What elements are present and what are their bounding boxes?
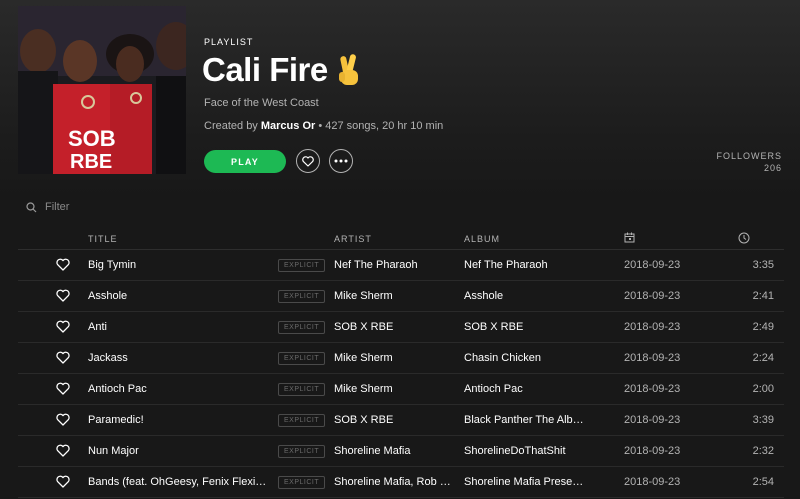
heart-icon[interactable]	[56, 413, 70, 426]
track-album[interactable]: Antioch Pac	[464, 374, 584, 404]
column-album-header[interactable]: ALBUM	[464, 234, 500, 244]
track-date-added: 2018-09-23	[624, 259, 681, 271]
followers-block: FOLLOWERS 206	[716, 150, 782, 174]
track-title: Paramedic!	[88, 414, 144, 426]
track-title: Bands (feat. OhGeesy, Fenix Flexi…	[88, 476, 267, 488]
track-title: Anti	[88, 321, 107, 333]
track-row[interactable]: Big Tymin EXPLICIT Nef The Pharaoh Nef T…	[18, 250, 784, 281]
more-dots-icon	[334, 159, 348, 163]
owner-link[interactable]: Marcus Or	[261, 120, 315, 132]
track-duration: 2:49	[752, 321, 774, 333]
filter-input[interactable]: Filter	[26, 200, 69, 214]
track-artist[interactable]: Mike Sherm	[334, 374, 452, 404]
track-title: Big Tymin	[88, 259, 137, 271]
heart-icon[interactable]	[56, 289, 70, 302]
more-options-button[interactable]	[329, 149, 353, 173]
heart-icon[interactable]	[56, 444, 70, 457]
track-artist[interactable]: SOB X RBE	[334, 312, 452, 342]
playlist-stats: • 427 songs, 20 hr 10 min	[318, 120, 444, 132]
playlist-title: Cali Fire	[202, 51, 328, 88]
track-row[interactable]: Asshole EXPLICIT Mike Sherm Asshole 2018…	[18, 281, 784, 312]
like-playlist-button[interactable]	[296, 149, 320, 173]
track-date-added: 2018-09-23	[624, 414, 681, 426]
explicit-badge: EXPLICIT	[278, 321, 326, 334]
track-title: Antioch Pac	[88, 383, 147, 395]
track-album[interactable]: Shoreline Mafia Prese…	[464, 467, 584, 497]
column-title-header[interactable]: TITLE	[88, 234, 118, 244]
track-date-added: 2018-09-23	[624, 352, 681, 364]
playlist-cover-image[interactable]: SOB RBE	[18, 6, 186, 174]
calendar-icon	[624, 232, 635, 243]
playlist-meta: Created by Marcus Or • 427 songs, 20 hr …	[204, 120, 443, 132]
column-duration-header[interactable]	[738, 232, 750, 246]
heart-icon[interactable]	[56, 320, 70, 333]
crossed-fingers-icon	[338, 54, 358, 85]
explicit-badge: EXPLICIT	[278, 414, 326, 427]
track-title: Asshole	[88, 290, 128, 302]
heart-icon[interactable]	[56, 351, 70, 364]
explicit-badge: EXPLICIT	[278, 259, 326, 272]
track-album[interactable]: Nef The Pharaoh	[464, 250, 584, 280]
playlist-description: Face of the West Coast	[204, 97, 319, 109]
track-album[interactable]: ShorelineDoThatShit	[464, 436, 584, 466]
explicit-badge: EXPLICIT	[278, 445, 326, 458]
followers-count: 206	[763, 163, 782, 173]
explicit-badge: EXPLICIT	[278, 290, 326, 303]
search-icon	[26, 201, 37, 212]
heart-icon	[302, 155, 314, 167]
explicit-badge: EXPLICIT	[278, 476, 326, 489]
track-date-added: 2018-09-23	[624, 383, 681, 395]
track-row[interactable]: Anti EXPLICIT SOB X RBE SOB X RBE 2018-0…	[18, 312, 784, 343]
track-date-added: 2018-09-23	[624, 321, 681, 333]
track-artist[interactable]: Shoreline Mafia	[334, 436, 452, 466]
track-date-added: 2018-09-23	[624, 445, 681, 457]
filter-placeholder: Filter	[45, 201, 70, 213]
track-date-added: 2018-09-23	[624, 476, 681, 488]
track-duration: 2:41	[752, 290, 774, 302]
heart-icon[interactable]	[56, 258, 70, 271]
track-album[interactable]: Black Panther The Alb…	[464, 405, 584, 435]
play-button[interactable]: PLAY	[204, 150, 286, 173]
track-row[interactable]: Nun Major EXPLICIT Shoreline Mafia Shore…	[18, 436, 784, 467]
track-title: Jackass	[88, 352, 128, 364]
column-artist-header[interactable]: ARTIST	[334, 234, 372, 244]
heart-icon[interactable]	[56, 475, 70, 488]
track-album[interactable]: Chasin Chicken	[464, 343, 584, 373]
track-row[interactable]: Jackass EXPLICIT Mike Sherm Chasin Chick…	[18, 343, 784, 374]
clock-icon	[738, 232, 750, 244]
track-duration: 3:39	[752, 414, 774, 426]
svg-text:RBE: RBE	[70, 151, 112, 173]
explicit-badge: EXPLICIT	[278, 383, 326, 396]
svg-text:SOB: SOB	[68, 126, 116, 151]
track-artist[interactable]: Nef The Pharaoh	[334, 250, 452, 280]
tracklist-header: TITLE ARTIST ALBUM	[18, 230, 784, 250]
track-title: Nun Major	[88, 445, 139, 457]
playlist-title-wrap: Cali Fire	[202, 46, 364, 94]
track-duration: 2:32	[752, 445, 774, 457]
column-date-header[interactable]	[624, 232, 635, 245]
track-album[interactable]: SOB X RBE	[464, 312, 584, 342]
track-row[interactable]: Paramedic! EXPLICIT SOB X RBE Black Pant…	[18, 405, 784, 436]
track-duration: 3:35	[752, 259, 774, 271]
explicit-badge: EXPLICIT	[278, 352, 326, 365]
track-artist[interactable]: Shoreline Mafia, Rob …	[334, 467, 452, 497]
track-row[interactable]: Bands (feat. OhGeesy, Fenix Flexi… EXPLI…	[18, 467, 784, 498]
track-duration: 2:24	[752, 352, 774, 364]
track-duration: 2:54	[752, 476, 774, 488]
tracklist: Big Tymin EXPLICIT Nef The Pharaoh Nef T…	[18, 250, 784, 498]
track-duration: 2:00	[752, 383, 774, 395]
track-artist[interactable]: SOB X RBE	[334, 405, 452, 435]
track-artist[interactable]: Mike Sherm	[334, 281, 452, 311]
heart-icon[interactable]	[56, 382, 70, 395]
track-date-added: 2018-09-23	[624, 290, 681, 302]
track-row[interactable]: Antioch Pac EXPLICIT Mike Sherm Antioch …	[18, 374, 784, 405]
created-by-label: Created by	[204, 120, 258, 132]
followers-label: FOLLOWERS	[716, 151, 782, 161]
track-album[interactable]: Asshole	[464, 281, 584, 311]
track-artist[interactable]: Mike Sherm	[334, 343, 452, 373]
